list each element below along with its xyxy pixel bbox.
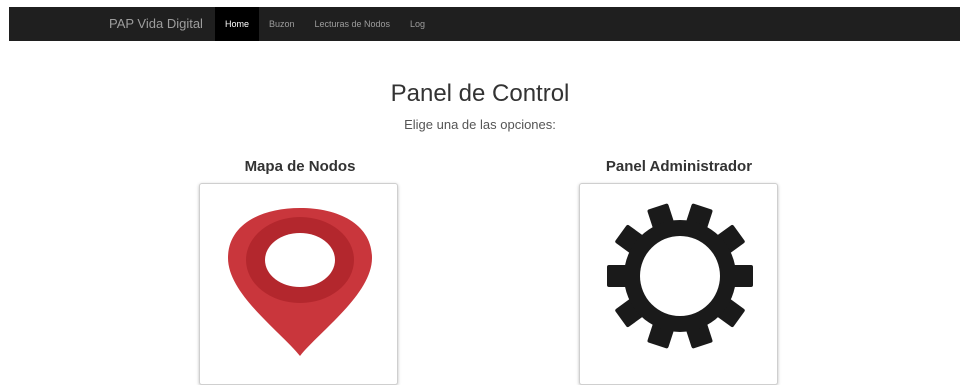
option-title-panel-administrador: Panel Administrador xyxy=(605,158,753,175)
nav-item-lecturas-de-nodos[interactable]: Lecturas de Nodos xyxy=(305,7,401,41)
mapa-de-nodos-card[interactable] xyxy=(199,183,398,385)
nav-item-home[interactable]: Home xyxy=(214,7,259,41)
option-title-mapa-de-nodos: Mapa de Nodos xyxy=(244,158,356,175)
nav-item-log[interactable]: Log xyxy=(400,7,435,41)
map-pin-icon xyxy=(228,208,372,356)
page-title: Panel de Control xyxy=(390,80,570,107)
nav-item-buzon[interactable]: Buzon xyxy=(259,7,305,41)
page-subtitle: Elige una de las opciones: xyxy=(404,117,556,132)
gear-icon xyxy=(607,203,753,349)
top-navbar: PAP Vida Digital Home Buzon Lecturas de … xyxy=(9,7,960,41)
panel-administrador-card[interactable] xyxy=(579,183,778,385)
brand-link[interactable]: PAP Vida Digital xyxy=(109,7,215,41)
